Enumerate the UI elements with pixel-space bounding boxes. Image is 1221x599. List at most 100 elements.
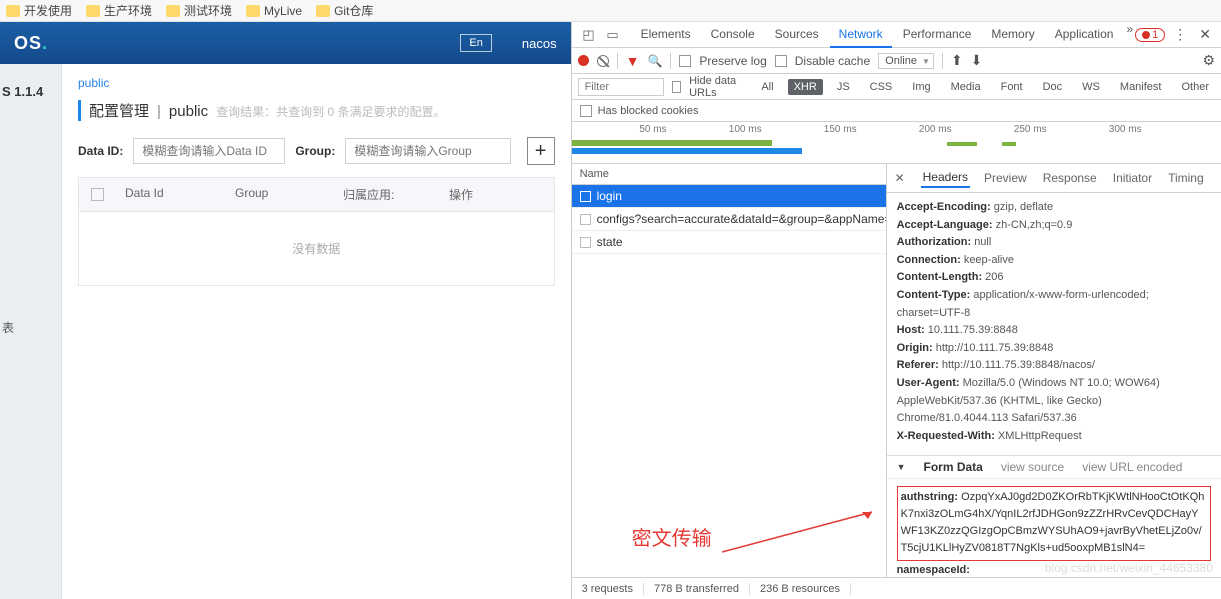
blocked-cookies-row: Has blocked cookies bbox=[572, 100, 1221, 122]
tab-sources[interactable]: Sources bbox=[766, 22, 828, 48]
tab-performance[interactable]: Performance bbox=[894, 22, 981, 48]
group-input[interactable] bbox=[345, 138, 511, 164]
preserve-log-checkbox[interactable] bbox=[679, 55, 691, 67]
blocked-cookies-label: Has blocked cookies bbox=[598, 105, 699, 117]
add-config-button[interactable]: + bbox=[527, 137, 555, 165]
request-row[interactable]: configs?search=accurate&dataId=&group=&a… bbox=[572, 208, 886, 231]
hide-dataurls-checkbox[interactable] bbox=[672, 81, 682, 93]
blocked-cookies-checkbox[interactable] bbox=[580, 105, 592, 117]
upload-icon[interactable]: ⬆ bbox=[951, 52, 963, 69]
clear-icon[interactable] bbox=[597, 55, 609, 67]
detail-tab-response[interactable]: Response bbox=[1041, 169, 1099, 187]
devtools-menu-icon[interactable]: ⋮ bbox=[1169, 26, 1191, 43]
form-data-section[interactable]: ▼ Form Data view source view URL encoded bbox=[887, 455, 1221, 479]
watermark: blog.csdn.net/weixin_44653380 bbox=[1045, 561, 1213, 575]
filter-toggle-icon[interactable]: ▼ bbox=[626, 53, 640, 69]
detail-tab-timing[interactable]: Timing bbox=[1166, 169, 1206, 187]
filter-media[interactable]: Media bbox=[945, 79, 987, 95]
folder-icon bbox=[86, 5, 100, 17]
folder-icon bbox=[316, 5, 330, 17]
nacos-logo: OS. bbox=[14, 33, 48, 54]
namespace-tab[interactable]: public bbox=[78, 76, 555, 90]
detail-tab-initiator[interactable]: Initiator bbox=[1111, 169, 1154, 187]
detail-tab-headers[interactable]: Headers bbox=[921, 168, 970, 188]
bookmark-item[interactable]: 开发使用 bbox=[6, 2, 72, 19]
hide-dataurls-label: Hide data URLs bbox=[689, 75, 747, 99]
detail-tab-preview[interactable]: Preview bbox=[982, 169, 1029, 187]
select-all-checkbox[interactable] bbox=[91, 188, 104, 201]
table-header: Data Id Group 归属应用: 操作 bbox=[79, 178, 554, 212]
detail-tabs: ✕ Headers Preview Response Initiator Tim… bbox=[887, 164, 1221, 193]
folder-icon bbox=[246, 5, 260, 17]
search-row: Data ID: Group: + bbox=[78, 137, 555, 165]
bookmark-item[interactable]: 测试环境 bbox=[166, 2, 232, 19]
devtools-topbar: ◰ ▭ Elements Console Sources Network Per… bbox=[572, 22, 1221, 48]
tab-network[interactable]: Network bbox=[830, 22, 892, 48]
bookmark-item[interactable]: MyLive bbox=[246, 4, 302, 18]
tab-application[interactable]: Application bbox=[1046, 22, 1123, 48]
tab-memory[interactable]: Memory bbox=[982, 22, 1043, 48]
filter-css[interactable]: CSS bbox=[864, 79, 899, 95]
filter-xhr[interactable]: XHR bbox=[788, 79, 823, 95]
filter-other[interactable]: Other bbox=[1175, 79, 1215, 95]
page-title: 配置管理 | public 查询结果：共查询到 0 条满足要求的配置。 bbox=[78, 100, 555, 121]
folder-icon bbox=[6, 5, 20, 17]
close-detail-icon[interactable]: ✕ bbox=[895, 171, 905, 185]
sidebar-item[interactable]: 表 bbox=[0, 319, 61, 336]
network-timeline[interactable]: 50 ms 100 ms 150 ms 200 ms 250 ms 300 ms bbox=[572, 122, 1221, 164]
col-group: Group bbox=[225, 178, 333, 211]
request-detail: ✕ Headers Preview Response Initiator Tim… bbox=[887, 164, 1221, 577]
disable-cache-checkbox[interactable] bbox=[775, 55, 787, 67]
nacos-content: public 配置管理 | public 查询结果：共查询到 0 条满足要求的配… bbox=[62, 64, 571, 599]
filter-ws[interactable]: WS bbox=[1076, 79, 1106, 95]
error-badge[interactable]: 1 bbox=[1135, 28, 1165, 42]
tabs-more-icon[interactable]: » bbox=[1126, 22, 1133, 48]
bookmark-item[interactable]: Git仓库 bbox=[316, 2, 373, 19]
lang-toggle[interactable]: En bbox=[460, 34, 491, 52]
dataid-input[interactable] bbox=[133, 138, 285, 164]
bookmark-item[interactable]: 生产环境 bbox=[86, 2, 152, 19]
nacos-pane: OS. En nacos S 1.1.4 表 public 配置管理 | pub… bbox=[0, 22, 572, 599]
highlighted-payload: authstring: OzpqYxAJ0gd2D0ZKOrRbTKjKWtlN… bbox=[897, 486, 1211, 560]
settings-icon[interactable]: ⚙ bbox=[1202, 52, 1215, 69]
throttle-select[interactable]: Online bbox=[878, 53, 934, 69]
view-url-encoded-link[interactable]: view URL encoded bbox=[1082, 460, 1182, 474]
record-icon[interactable] bbox=[578, 55, 589, 66]
tab-console[interactable]: Console bbox=[702, 22, 764, 48]
request-list-header: Name bbox=[572, 164, 886, 185]
tab-elements[interactable]: Elements bbox=[632, 22, 700, 48]
version-label: S 1.1.4 bbox=[0, 84, 61, 99]
devtools-pane: ◰ ▭ Elements Console Sources Network Per… bbox=[572, 22, 1221, 599]
col-dataid: Data Id bbox=[115, 178, 225, 211]
col-app: 归属应用: bbox=[333, 178, 439, 211]
device-toggle-icon[interactable]: ▭ bbox=[602, 25, 624, 45]
download-icon[interactable]: ⬇ bbox=[971, 52, 983, 69]
no-data-message: 没有数据 bbox=[79, 212, 554, 285]
group-label: Group: bbox=[295, 144, 335, 158]
filter-all[interactable]: All bbox=[755, 79, 779, 95]
nacos-header: OS. En nacos bbox=[0, 22, 571, 64]
status-transferred: 778 B transferred bbox=[644, 583, 750, 595]
annotation-text: 密文传输 bbox=[632, 522, 712, 551]
network-toolbar: ▼ 🔍 Preserve log Disable cache Online ⬆ … bbox=[572, 48, 1221, 74]
col-op: 操作 bbox=[439, 178, 554, 211]
network-status-bar: 3 requests 778 B transferred 236 B resou… bbox=[572, 577, 1221, 599]
search-icon[interactable]: 🔍 bbox=[647, 54, 662, 68]
filter-img[interactable]: Img bbox=[906, 79, 936, 95]
filter-doc[interactable]: Doc bbox=[1037, 79, 1069, 95]
nacos-sidebar: S 1.1.4 表 bbox=[0, 64, 62, 599]
filter-js[interactable]: JS bbox=[831, 79, 856, 95]
request-row[interactable]: login bbox=[572, 185, 886, 208]
disable-cache-label: Disable cache bbox=[795, 54, 870, 68]
request-row[interactable]: state bbox=[572, 231, 886, 254]
devtools-close-icon[interactable]: ✕ bbox=[1195, 26, 1215, 43]
filter-manifest[interactable]: Manifest bbox=[1114, 79, 1168, 95]
folder-icon bbox=[166, 5, 180, 17]
status-resources: 236 B resources bbox=[750, 583, 851, 595]
user-menu[interactable]: nacos bbox=[522, 36, 557, 51]
filter-bar: Hide data URLs All XHR JS CSS Img Media … bbox=[572, 74, 1221, 100]
inspect-icon[interactable]: ◰ bbox=[578, 25, 600, 45]
filter-input[interactable] bbox=[578, 78, 664, 96]
view-source-link[interactable]: view source bbox=[1001, 460, 1064, 474]
filter-font[interactable]: Font bbox=[995, 79, 1029, 95]
